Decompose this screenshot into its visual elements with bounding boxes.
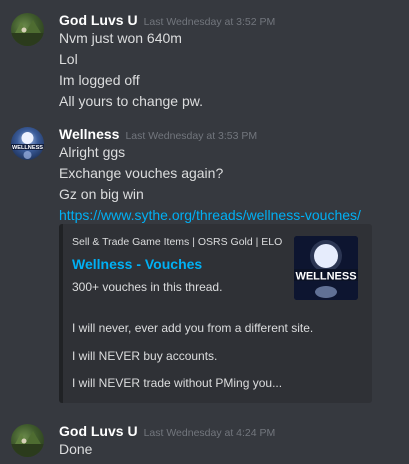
message-timestamp: Last Wednesday at 3:52 PM [143, 16, 276, 28]
user-avatar[interactable]: WELLNESS [11, 127, 44, 160]
embed-provider[interactable]: Sell & Trade Game Items | OSRS Gold | EL… [72, 236, 282, 248]
message-timestamp: Last Wednesday at 4:24 PM [143, 427, 276, 439]
message-timestamp: Last Wednesday at 3:53 PM [125, 130, 258, 142]
message-text: Nvm just won 640m [59, 30, 182, 46]
message-text: Gz on big win [59, 186, 144, 202]
thumbnail-logo-text: WELLNESS [295, 271, 356, 283]
link-embed: Sell & Trade Game Items | OSRS Gold | EL… [59, 224, 372, 403]
embed-description-line: 300+ vouches in this thread. [72, 280, 223, 294]
user-avatar[interactable] [11, 13, 44, 46]
message-text: All yours to change pw. [59, 93, 203, 109]
message-text: Alright ggs [59, 144, 126, 160]
avatar-logo-text: WELLNESS [12, 145, 43, 151]
message-link[interactable]: https://www.sythe.org/threads/wellness-v… [59, 207, 361, 223]
embed-description-line: I will NEVER buy accounts. [72, 349, 218, 363]
embed-description-line: I will NEVER trade without PMing you... [72, 376, 283, 390]
username[interactable]: God Luvs U [59, 12, 138, 28]
embed-thumbnail[interactable]: WELLNESS [294, 236, 358, 300]
moon-thumbnail-icon: WELLNESS [294, 236, 358, 300]
message-text: Exchange vouches again? [59, 165, 224, 181]
moon-avatar-icon: WELLNESS [11, 132, 44, 159]
landscape-avatar-icon [11, 20, 44, 46]
message-text: Done [59, 441, 93, 457]
message-text: Im logged off [59, 72, 140, 88]
embed-description-line: I will never, ever add you from a differ… [72, 321, 314, 335]
landscape-avatar-icon [11, 431, 44, 457]
user-avatar[interactable] [11, 424, 44, 457]
username[interactable]: God Luvs U [59, 423, 138, 439]
username[interactable]: Wellness [59, 126, 119, 142]
embed-title[interactable]: Wellness - Vouches [72, 256, 202, 272]
message-text: Lol [59, 51, 78, 67]
